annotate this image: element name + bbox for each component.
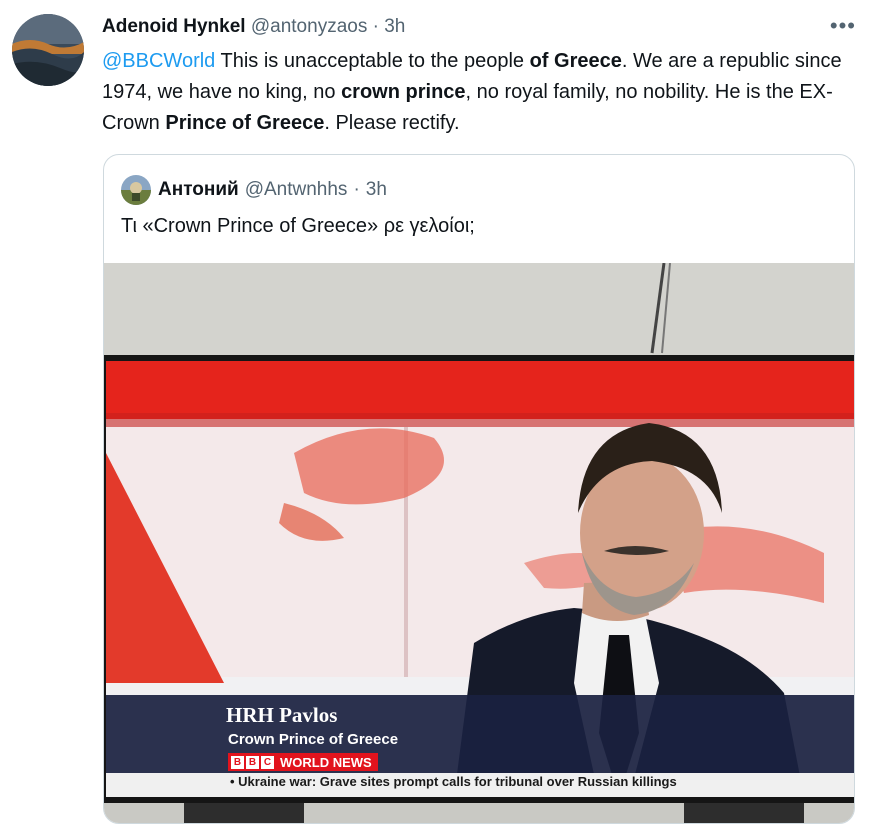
bbc-letter: B xyxy=(231,755,244,769)
tweet-text-bold: of Greece xyxy=(529,50,622,72)
lower-third-title: Crown Prince of Greece xyxy=(228,731,399,748)
quoted-tweet[interactable]: Антоний @Antwnhhs · 3h Τι «Crown Prince … xyxy=(103,154,855,824)
bbc-world-news-logo: B B C WORLD NEWS xyxy=(228,753,378,771)
quoted-tweet-photo[interactable] xyxy=(104,263,854,823)
quoted-tweet-time: 3h xyxy=(365,179,387,200)
tweet-text-bold: Prince of Greece xyxy=(165,112,325,134)
tweet-text-bold: crown prince xyxy=(341,81,466,103)
quoted-tweet-header: Антоний @Antwnhhs · 3h xyxy=(121,175,387,205)
bbc-letter: B xyxy=(246,755,259,769)
quoted-author-handle: @Antwnhhs xyxy=(244,179,348,200)
channel-name: WORLD NEWS xyxy=(280,754,372,770)
mention-link[interactable]: @BBCWorld xyxy=(102,50,215,72)
author-avatar[interactable] xyxy=(12,14,84,86)
quoted-author-name: Антоний xyxy=(158,179,239,200)
tweet-time[interactable]: 3h xyxy=(384,16,405,37)
author-name[interactable]: Adenoid Hynkel xyxy=(102,16,246,37)
bbc-letter: C xyxy=(261,755,274,769)
time-separator: · xyxy=(372,16,379,37)
tweet-text: @BBCWorld This is unacceptable to the pe… xyxy=(102,46,862,139)
tweet-header: Adenoid Hynkel @antonyzaos · 3h xyxy=(102,14,405,40)
news-ticker: • Ukraine war: Grave sites prompt calls … xyxy=(230,774,677,789)
more-horizontal-icon[interactable]: ••• xyxy=(830,15,856,37)
tv-photo-illustration xyxy=(104,263,854,823)
quoted-tweet-text: Τι «Crown Prince of Greece» ρε γελοίοι; xyxy=(121,215,475,237)
author-handle[interactable]: @antonyzaos xyxy=(251,16,367,37)
tweet-text-part: . Please rectify. xyxy=(324,112,460,134)
time-separator: · xyxy=(353,179,360,200)
quoted-author-avatar xyxy=(121,175,151,205)
lower-third-name: HRH Pavlos xyxy=(226,703,338,727)
tweet-text-part: This is unacceptable to the people xyxy=(215,50,530,72)
